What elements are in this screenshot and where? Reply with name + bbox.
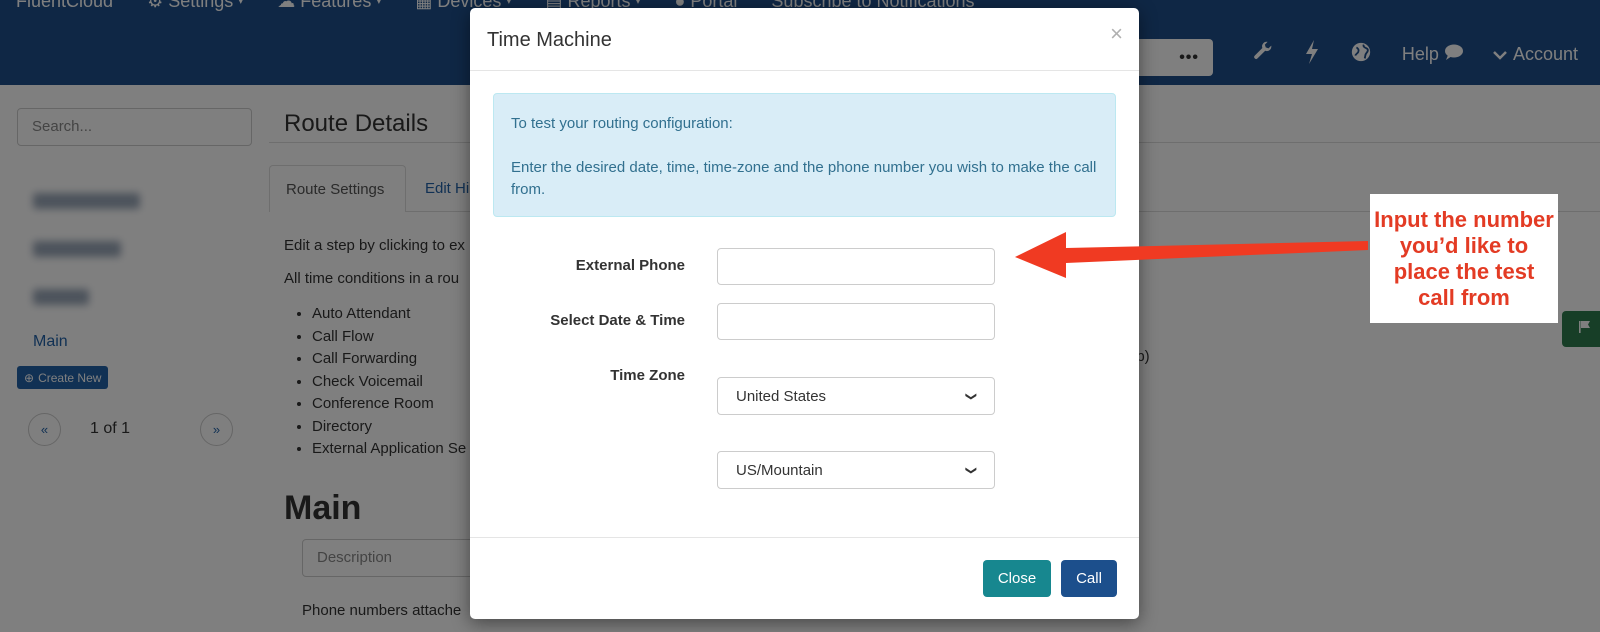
annotation-callout: Input the number you’d like to place the… <box>1370 194 1558 323</box>
annotation-arrow <box>1015 232 1368 278</box>
